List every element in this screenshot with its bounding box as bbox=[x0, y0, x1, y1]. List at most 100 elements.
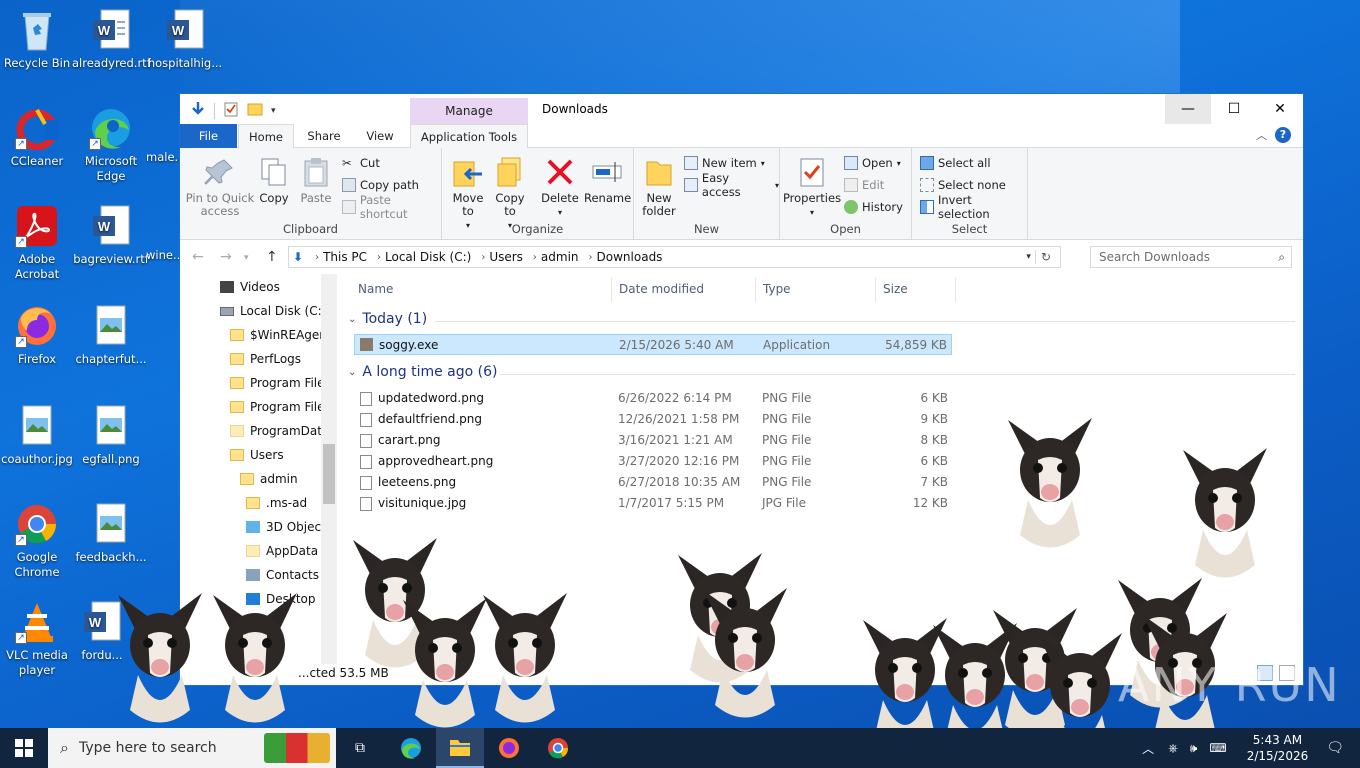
pin-quick-access-button[interactable]: Pin to Quick access bbox=[184, 156, 256, 218]
desktop-icon-recycle-bin[interactable]: Recycle Bin bbox=[0, 8, 76, 71]
column-header-size[interactable]: Size bbox=[883, 282, 908, 302]
close-button[interactable]: ✕ bbox=[1257, 94, 1303, 124]
desktop-icon-firefox[interactable]: ↗ Firefox bbox=[0, 304, 76, 367]
tab-file[interactable]: File bbox=[180, 124, 237, 148]
tab-view[interactable]: View bbox=[354, 124, 406, 148]
file-row[interactable]: carart.png 3/16/2021 1:21 AM PNG File 8 KB bbox=[354, 430, 952, 451]
cut-button[interactable]: ✂ Cut bbox=[342, 154, 380, 172]
file-row[interactable]: visitunique.jpg 1/7/2017 5:15 PM JPG File 1… bbox=[354, 493, 952, 514]
minimize-button[interactable]: — bbox=[1165, 94, 1211, 124]
column-header-name[interactable]: Name bbox=[358, 282, 393, 302]
tab-application-tools[interactable]: Application Tools bbox=[410, 124, 528, 148]
volume-icon[interactable]: 🕪 bbox=[1190, 741, 1198, 756]
nav-item-admin[interactable]: admin bbox=[240, 468, 298, 490]
file-row-soggy-exe[interactable]: soggy.exe 2/15/2026 5:40 AM Application … bbox=[354, 334, 952, 355]
file-row[interactable]: approvedheart.png 3/27/2020 12:16 PM PNG F… bbox=[354, 451, 952, 472]
up-arrow-icon[interactable]: ↑ bbox=[266, 249, 278, 265]
nav-item-ms-ad[interactable]: .ms-ad bbox=[246, 492, 307, 514]
desktop-icon-chapterfut[interactable]: chapterfut... bbox=[72, 304, 150, 367]
forward-arrow-icon[interactable]: → bbox=[220, 249, 232, 265]
taskbar-chrome[interactable] bbox=[534, 728, 582, 768]
recent-locations-icon[interactable]: ▾ bbox=[244, 253, 249, 263]
desktop-icon-male[interactable]: male... bbox=[146, 106, 182, 165]
nav-item-contacts[interactable]: Contacts bbox=[246, 564, 319, 586]
desktop-icon-alreadyred[interactable]: W alreadyred.rtf bbox=[72, 8, 151, 71]
breadcrumb-users[interactable]: Users bbox=[489, 250, 523, 264]
edit-button[interactable]: Edit bbox=[844, 176, 884, 194]
desktop-icon-chrome[interactable]: ↗ Google Chrome bbox=[0, 502, 76, 580]
taskbar-file-explorer[interactable] bbox=[436, 728, 484, 768]
properties-qat-icon[interactable] bbox=[190, 101, 206, 120]
nav-item-videos[interactable]: Videos bbox=[220, 276, 280, 298]
customize-qat-icon[interactable]: ▾ bbox=[271, 106, 276, 116]
ime-icon[interactable]: ⌨ bbox=[1209, 741, 1226, 755]
desktop-icon-hospitalhig[interactable]: W hospitalhig... bbox=[146, 8, 224, 71]
tab-home[interactable]: Home bbox=[238, 124, 294, 148]
open-button[interactable]: Open ▾ bbox=[844, 154, 901, 172]
nav-item-perflogs[interactable]: PerfLogs bbox=[230, 348, 301, 370]
start-button[interactable] bbox=[0, 728, 48, 768]
new-folder-button[interactable]: New folder bbox=[638, 156, 680, 218]
group-header-long-ago[interactable]: ⌄ A long time ago (6) bbox=[348, 364, 497, 380]
paste-button[interactable]: Paste bbox=[296, 156, 336, 205]
taskbar-edge[interactable] bbox=[387, 728, 435, 768]
nav-item-local-disk[interactable]: Local Disk (C:) bbox=[220, 300, 326, 322]
file-row[interactable]: defaultfriend.png 12/26/2021 1:58 PM PNG F… bbox=[354, 409, 952, 430]
desktop-icon-ccleaner[interactable]: ↗ CCleaner bbox=[0, 106, 76, 169]
address-dropdown-icon[interactable]: ▾ bbox=[1026, 252, 1031, 262]
select-all-button[interactable]: Select all bbox=[920, 154, 991, 172]
search-input[interactable]: Search Downloads ⌕ bbox=[1090, 246, 1292, 268]
invert-selection-button[interactable]: Invert selection bbox=[920, 193, 1027, 221]
properties-button[interactable]: Properties ▾ bbox=[782, 156, 842, 219]
back-arrow-icon[interactable]: ← bbox=[192, 249, 204, 265]
new-item-button[interactable]: New item ▾ bbox=[684, 154, 765, 172]
scrollbar-thumb[interactable] bbox=[323, 444, 335, 504]
column-separator[interactable] bbox=[955, 278, 956, 302]
nav-item-winreagent[interactable]: $WinREAgent bbox=[230, 324, 332, 346]
desktop-icon-bagreview[interactable]: W bagreview.rtf bbox=[72, 204, 150, 267]
easy-access-button[interactable]: Easy access ▾ bbox=[684, 171, 779, 199]
nav-item-desktop[interactable]: Desktop bbox=[246, 588, 316, 610]
collapse-ribbon-icon[interactable]: ︿ bbox=[1256, 127, 1267, 143]
nav-item-3d-objects[interactable]: 3D Objects bbox=[246, 516, 332, 538]
desktop-icon-vlc[interactable]: ↗ VLC media player bbox=[0, 600, 76, 678]
new-folder-qat-icon[interactable] bbox=[247, 101, 263, 120]
breadcrumb-admin[interactable]: admin bbox=[541, 250, 579, 264]
desktop-icon-acrobat[interactable]: ↗ Adobe Acrobat bbox=[0, 204, 76, 282]
clock[interactable]: 5:43 AM 2/15/2026 bbox=[1247, 732, 1309, 764]
show-hidden-icons-chevron-icon[interactable]: ︿ bbox=[1142, 740, 1154, 757]
nav-item-program-files[interactable]: Program Files bbox=[230, 372, 331, 394]
taskbar-search-box[interactable]: ⌕ Type here to search bbox=[48, 728, 336, 768]
history-button[interactable]: History bbox=[844, 198, 903, 216]
nav-item-program-files-x86[interactable]: Program Files bbox=[230, 396, 331, 418]
breadcrumb-downloads[interactable]: Downloads bbox=[597, 250, 663, 264]
column-header-type[interactable]: Type bbox=[763, 282, 791, 302]
column-header-date[interactable]: Date modified bbox=[619, 282, 704, 302]
group-header-today[interactable]: ⌄ Today (1) bbox=[348, 311, 427, 327]
maximize-button[interactable]: ☐ bbox=[1211, 94, 1257, 124]
desktop-icon-egfall[interactable]: egfall.png bbox=[72, 404, 150, 467]
nav-item-programdata[interactable]: ProgramData bbox=[230, 420, 329, 442]
notifications-icon[interactable]: 🗨 bbox=[1326, 740, 1344, 756]
rename-button[interactable]: Rename bbox=[584, 156, 631, 205]
desktop-icon-edge[interactable]: ↗ Microsoft Edge bbox=[72, 106, 150, 184]
select-none-button[interactable]: Select none bbox=[920, 176, 1006, 194]
move-to-button[interactable]: Move to ▾ bbox=[448, 156, 488, 232]
tab-share[interactable]: Share bbox=[298, 124, 350, 148]
refresh-icon[interactable]: ↻ bbox=[1034, 250, 1056, 264]
breadcrumb-local-disk[interactable]: Local Disk (C:) bbox=[385, 250, 471, 264]
manage-contextual-tab[interactable]: Manage bbox=[410, 98, 528, 124]
nav-pane-scrollbar[interactable] bbox=[321, 274, 337, 664]
network-icon[interactable]: ⎈ bbox=[1168, 741, 1178, 756]
column-separator[interactable] bbox=[875, 278, 876, 302]
taskbar-firefox[interactable] bbox=[485, 728, 533, 768]
checklist-qat-icon[interactable] bbox=[223, 101, 239, 120]
desktop-icon-feedbackh[interactable]: feedbackh... bbox=[72, 502, 150, 565]
copy-button[interactable]: Copy bbox=[254, 156, 294, 205]
file-row[interactable]: updatedword.png 6/26/2022 6:14 PM PNG File… bbox=[354, 388, 952, 409]
breadcrumb-this-pc[interactable]: This PC bbox=[323, 250, 367, 264]
copy-to-button[interactable]: Copy to ▾ bbox=[490, 156, 530, 232]
copy-path-button[interactable]: Copy path bbox=[342, 176, 419, 194]
column-separator[interactable] bbox=[611, 278, 612, 302]
nav-item-appdata[interactable]: AppData bbox=[246, 540, 318, 562]
